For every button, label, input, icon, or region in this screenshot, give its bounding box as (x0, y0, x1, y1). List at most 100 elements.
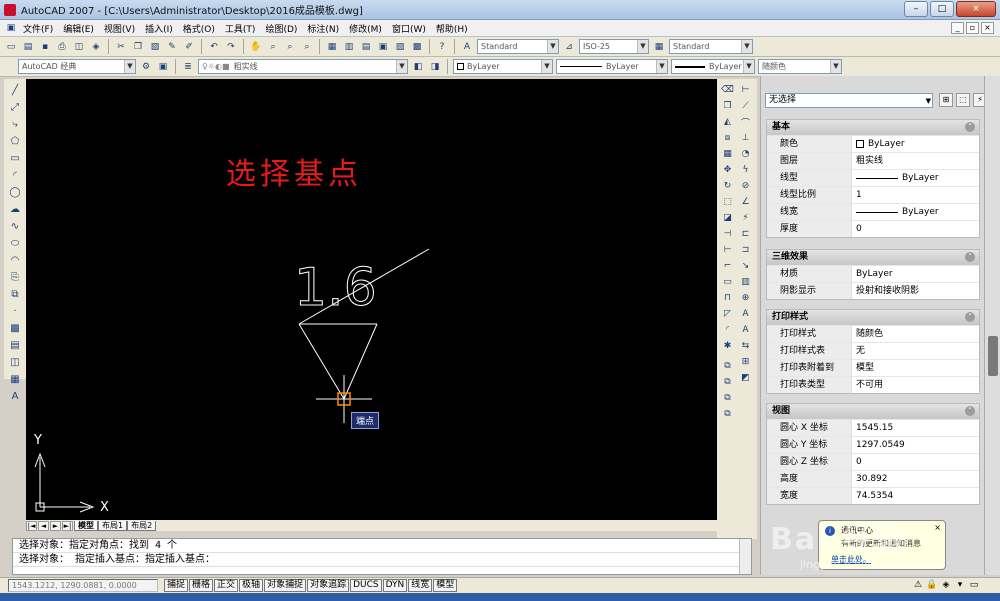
tab-prev-button[interactable]: ◄ (38, 520, 49, 531)
dim-diameter-icon[interactable]: ⊘ (738, 179, 753, 193)
calculator-icon[interactable]: ▩ (410, 40, 424, 54)
dim-linear-icon[interactable]: ⊢ (738, 83, 753, 97)
line-icon[interactable]: ╱ (7, 83, 23, 97)
text-style-select[interactable]: Standard ▼ (477, 39, 559, 54)
workspace-settings-icon[interactable]: ⚙ (139, 60, 153, 74)
section-header[interactable]: 基本 ˄ (767, 120, 979, 135)
print-icon[interactable]: ⎙ (55, 40, 69, 54)
design-center-icon[interactable]: ▥ (342, 40, 356, 54)
polygon-icon[interactable]: ⬠ (7, 134, 23, 148)
close-button[interactable]: × (956, 1, 996, 17)
explode-icon[interactable]: ✱ (720, 339, 735, 353)
tolerance-icon[interactable]: ▥ (738, 275, 753, 289)
menu-edit[interactable]: 编辑(E) (58, 22, 99, 35)
dim-style-manager-icon[interactable]: ⊞ (738, 355, 753, 369)
quick-leader-icon[interactable]: ↘ (738, 259, 753, 273)
pan-icon[interactable]: ✋ (249, 40, 263, 54)
break-at-point-icon[interactable]: ⌐ (720, 259, 735, 273)
copy-icon[interactable]: ❐ (131, 40, 145, 54)
collapse-icon[interactable]: ˄ (965, 122, 975, 132)
clean-screen-icon[interactable]: ▭ (968, 579, 980, 591)
plot-preview-icon[interactable]: ◫ (72, 40, 86, 54)
collapse-icon[interactable]: ˄ (965, 406, 975, 416)
cut-icon[interactable]: ✂ (114, 40, 128, 54)
make-block-icon[interactable]: ⧉ (7, 287, 23, 301)
menu-file[interactable]: 文件(F) (18, 22, 58, 35)
collapse-icon[interactable]: ˄ (965, 312, 975, 322)
section-header[interactable]: 三维效果 ˄ (767, 250, 979, 265)
trim-icon[interactable]: ⊣ (720, 227, 735, 241)
command-window[interactable]: 选择对象：指定对角点：找到 4 个 选择对象： 指定插入基点：指定插入基点： (12, 538, 752, 575)
menu-dimension[interactable]: 标注(N) (302, 22, 344, 35)
match-properties-icon[interactable]: ✎ (165, 40, 179, 54)
new-file-icon[interactable]: ▭ (4, 40, 18, 54)
model-toggle[interactable]: 模型 (433, 579, 458, 592)
property-row[interactable]: 宽度 74.5354 (767, 487, 979, 504)
linetype-select[interactable]: ByLayer ▼ (556, 59, 668, 74)
menu-insert[interactable]: 插入(I) (140, 22, 178, 35)
dim-override-icon[interactable]: ◩ (738, 371, 753, 385)
redo-icon[interactable]: ↷ (224, 40, 238, 54)
menu-view[interactable]: 视图(V) (99, 22, 140, 35)
command-prompt-line[interactable]: 选择对象： 指定插入基点：指定插入基点： (13, 553, 751, 567)
menu-tools[interactable]: 工具(T) (220, 22, 261, 35)
dim-angular-icon[interactable]: ∠ (738, 195, 753, 209)
minimize-button[interactable]: – (904, 1, 928, 17)
otrack-toggle[interactable]: 对象追踪 (307, 579, 350, 592)
property-row[interactable]: 圆心 Y 坐标 1297.0549 (767, 436, 979, 453)
layer-previous-icon[interactable]: ◨ (428, 60, 442, 74)
tray-menu-icon[interactable]: ▾ (954, 579, 966, 591)
property-row[interactable]: 高度 30.892 (767, 470, 979, 487)
property-row[interactable]: 颜色 ByLayer (767, 135, 979, 152)
tab-layout2[interactable]: 布局2 (127, 520, 157, 531)
dim-text-edit-icon[interactable]: A (738, 323, 753, 337)
color-select[interactable]: ByLayer ▼ (453, 59, 553, 74)
construction-line-icon[interactable]: ⤢ (7, 100, 23, 114)
draworder-back-icon[interactable]: ⧉ (720, 375, 735, 389)
table-style-select[interactable]: Standard ▼ (669, 39, 753, 54)
stretch-icon[interactable]: ◪ (720, 211, 735, 225)
layer-manager-icon[interactable]: ≣ (181, 60, 195, 74)
dyn-toggle[interactable]: DYN (382, 579, 408, 592)
dim-jogged-icon[interactable]: ϟ (738, 163, 753, 177)
annotation-icon[interactable]: ◈ (940, 579, 952, 591)
lineweight-toggle[interactable]: 线宽 (408, 579, 433, 592)
publish-icon[interactable]: ◈ (89, 40, 103, 54)
markup-icon[interactable]: ▧ (393, 40, 407, 54)
tab-next-button[interactable]: ► (50, 520, 61, 531)
draworder-front-icon[interactable]: ⧉ (720, 359, 735, 373)
array-icon[interactable]: ▦ (720, 147, 735, 161)
toggle-pickadd-icon[interactable]: ⊞ (939, 93, 953, 107)
draworder-under-icon[interactable]: ⧉ (720, 407, 735, 421)
maximize-button[interactable]: □ (930, 1, 954, 17)
dim-edit-icon[interactable]: A (738, 307, 753, 321)
multiline-text-icon[interactable]: A (7, 389, 23, 403)
notification-close-icon[interactable]: × (934, 523, 941, 532)
tab-model[interactable]: 模型 (74, 520, 98, 531)
ortho-toggle[interactable]: 正交 (214, 579, 239, 592)
dim-update-icon[interactable]: ⇆ (738, 339, 753, 353)
lock-icon[interactable]: 🔒 (926, 579, 938, 591)
doc-close-button[interactable]: × (981, 22, 994, 34)
property-row[interactable]: 阴影显示 投射和接收阴影 (767, 282, 979, 299)
workspace-select[interactable]: AutoCAD 经典 ▼ (18, 59, 136, 74)
ellipse-arc-icon[interactable]: ◠ (7, 253, 23, 267)
property-row[interactable]: 材质 ByLayer (767, 265, 979, 282)
scrollbar-thumb[interactable] (988, 336, 998, 376)
hatch-icon[interactable]: ▩ (7, 321, 23, 335)
doc-minimize-button[interactable]: _ (951, 22, 964, 34)
insert-block-icon[interactable]: ⎘ (7, 270, 23, 284)
snap-toggle[interactable]: 捕捉 (164, 579, 189, 592)
section-header[interactable]: 打印样式 ˄ (767, 310, 979, 325)
arc-icon[interactable]: ◜ (7, 168, 23, 182)
gradient-icon[interactable]: ▤ (7, 338, 23, 352)
lineweight-select[interactable]: ByLayer ▼ (671, 59, 755, 74)
open-file-icon[interactable]: ▤ (21, 40, 35, 54)
copy-object-icon[interactable]: ❐ (720, 99, 735, 113)
select-objects-icon[interactable]: ⬚ (956, 93, 970, 107)
extend-icon[interactable]: ⊢ (720, 243, 735, 257)
palette-scrollbar[interactable] (984, 76, 1000, 575)
quick-dim-icon[interactable]: ⚡ (738, 211, 753, 225)
revision-cloud-icon[interactable]: ☁ (7, 202, 23, 216)
dim-arc-icon[interactable]: ⌒ (738, 115, 753, 129)
